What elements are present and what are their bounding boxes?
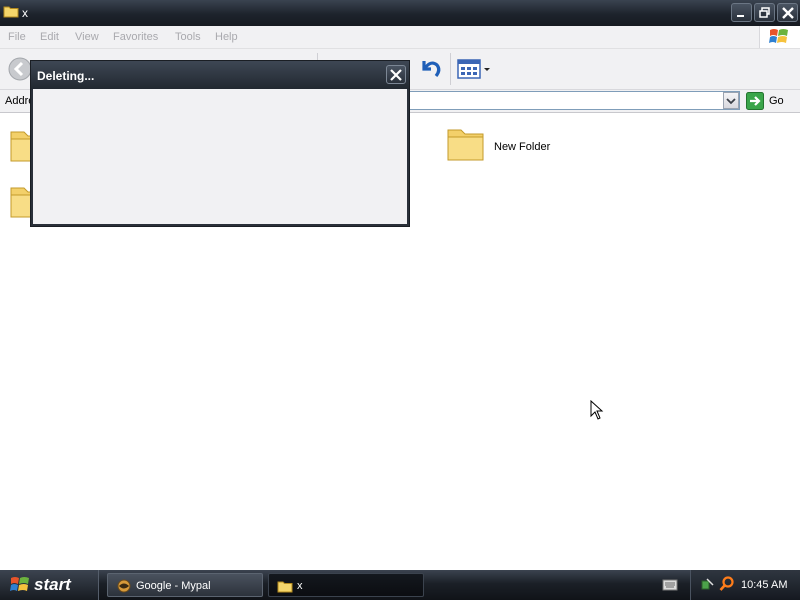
menu-help[interactable]: Help — [215, 31, 238, 43]
folder-item-new-folder[interactable]: New Folder — [446, 124, 566, 166]
menu-view[interactable]: View — [75, 31, 99, 43]
back-icon[interactable] — [8, 57, 32, 84]
close-icon — [390, 69, 402, 81]
dialog-body — [33, 89, 407, 224]
toolbar-separator — [450, 53, 451, 85]
menu-bar: File Edit View Favorites Tools Help — [0, 26, 800, 49]
mouse-cursor-icon — [590, 399, 604, 423]
windows-logo-icon — [10, 576, 30, 597]
search-icon[interactable] — [719, 576, 735, 595]
keyboard-icon[interactable] — [662, 578, 678, 595]
restore-button[interactable] — [754, 3, 775, 22]
go-label: Go — [769, 95, 784, 107]
folder-icon — [3, 4, 19, 21]
dialog-titlebar[interactable]: Deleting... — [31, 61, 409, 89]
dialog-close-button[interactable] — [386, 65, 406, 84]
menu-favorites[interactable]: Favorites — [113, 31, 158, 43]
taskbar-button-browser[interactable]: Google - Mypal — [107, 573, 263, 597]
browser-icon — [116, 578, 132, 597]
taskbar-button-folder[interactable]: x — [268, 573, 424, 597]
address-dropdown-button[interactable] — [723, 92, 739, 109]
start-button[interactable]: start — [0, 570, 99, 600]
menu-file[interactable]: File — [8, 31, 26, 43]
views-icon[interactable] — [457, 59, 491, 82]
clock: 10:45 AM — [741, 579, 788, 591]
taskbar-button-label: x — [297, 580, 303, 592]
menu-tools[interactable]: Tools — [175, 31, 201, 43]
window-title: x — [22, 6, 28, 20]
folder-icon — [277, 579, 293, 596]
folder-label: New Folder — [494, 141, 551, 153]
undo-icon[interactable] — [418, 57, 444, 84]
taskbar-button-label: Google - Mypal — [136, 580, 211, 592]
window-titlebar[interactable]: x — [0, 0, 800, 26]
folder-icon — [447, 129, 484, 161]
go-button[interactable]: Go — [746, 92, 796, 110]
close-button[interactable] — [777, 3, 798, 22]
start-label: start — [34, 575, 71, 594]
menu-edit[interactable]: Edit — [40, 31, 59, 43]
windows-logo — [759, 26, 800, 48]
taskbar: start Google - Mypal x 10:45 AM — [0, 570, 800, 600]
minimize-button[interactable] — [731, 3, 752, 22]
system-tray: 10:45 AM — [690, 570, 800, 600]
dialog-title: Deleting... — [37, 69, 95, 83]
deleting-dialog: Deleting... — [30, 60, 410, 227]
go-arrow-icon — [746, 92, 764, 113]
network-icon[interactable] — [701, 577, 715, 596]
